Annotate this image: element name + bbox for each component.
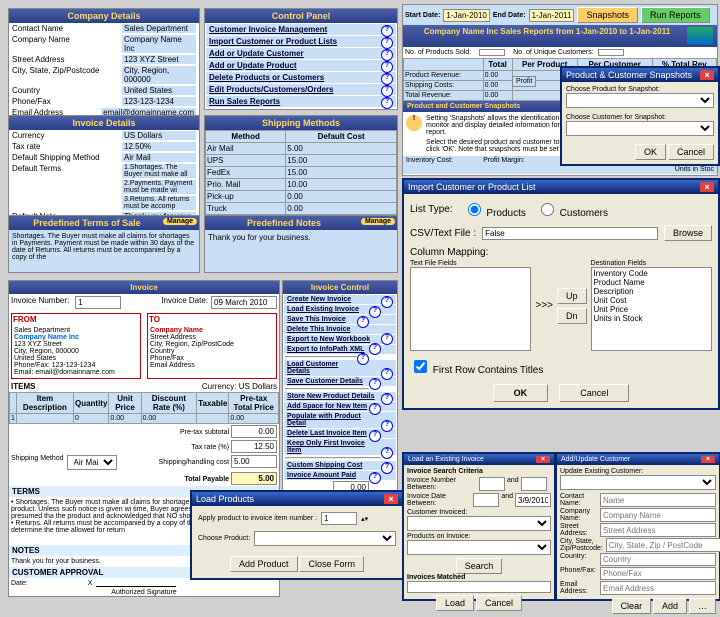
control-panel: Control Panel Customer Invoice Managemen…: [204, 8, 398, 110]
help-icon[interactable]: ?: [381, 61, 393, 73]
predef-notes-panel: Predefined NotesManage Thank you for you…: [204, 215, 398, 273]
control-link[interactable]: Add or Update Customer?: [206, 48, 396, 59]
add-customer-dialog: Add/Update Customer× Update Existing Cus…: [555, 452, 720, 601]
manage-button[interactable]: Manage: [361, 218, 395, 225]
dest-list[interactable]: Inventory CodeProduct NameDescriptionUni…: [591, 267, 712, 351]
help-icon[interactable]: ?: [369, 403, 381, 415]
inv-control-link[interactable]: Add Space for New Item?: [284, 402, 396, 411]
close-icon[interactable]: ×: [700, 182, 714, 192]
predef-terms-panel: Predefined Terms of SaleManage Shortages…: [8, 215, 200, 273]
help-icon[interactable]: ?: [369, 378, 381, 390]
cancel-button[interactable]: Cancel: [476, 595, 522, 611]
help-icon[interactable]: ?: [357, 353, 369, 365]
run-reports-button[interactable]: Run Reports: [641, 7, 710, 23]
close-icon[interactable]: ×: [384, 494, 398, 504]
inv-control-link[interactable]: Populate with Product Detail?: [284, 412, 396, 428]
logo-icon: [687, 27, 713, 45]
load-button[interactable]: Load: [436, 595, 474, 611]
help-icon[interactable]: ?: [357, 316, 369, 328]
control-link[interactable]: Edit Products/Customers/Orders?: [206, 84, 396, 95]
help-icon[interactable]: ?: [381, 368, 393, 380]
help-icon[interactable]: ?: [381, 393, 393, 405]
products-radio[interactable]: Products: [463, 200, 526, 219]
cust-snap-select[interactable]: [566, 121, 714, 136]
existing-cust-select[interactable]: [560, 475, 716, 490]
control-link[interactable]: Delete Products or Customers?: [206, 72, 396, 83]
help-icon[interactable]: ?: [381, 73, 393, 85]
cancel-button[interactable]: Cancel: [668, 144, 714, 160]
close-form-button[interactable]: Close Form: [299, 556, 364, 572]
cancel-button[interactable]: Cancel: [559, 384, 629, 402]
inv-control-link[interactable]: Store New Product Details?: [284, 392, 396, 401]
inv-control-link[interactable]: Keep Only First Invoice Item?: [284, 439, 396, 455]
close-icon[interactable]: ×: [536, 456, 550, 463]
first-row-checkbox[interactable]: First Row Contains Titles: [410, 357, 712, 376]
file-input[interactable]: [482, 227, 658, 240]
customers-radio[interactable]: Customers: [536, 200, 608, 219]
ok-button[interactable]: OK: [493, 384, 549, 402]
help-icon[interactable]: ?: [381, 447, 393, 459]
clear-button[interactable]: Clear: [612, 598, 652, 614]
search-button[interactable]: Search: [456, 558, 503, 574]
up-button[interactable]: Up: [557, 288, 587, 304]
ship-method-select[interactable]: Air Mail: [67, 455, 117, 470]
help-icon[interactable]: ?: [381, 37, 393, 49]
add-product-button[interactable]: Add Product: [230, 556, 298, 572]
control-link[interactable]: Customer Invoice Management?: [206, 24, 396, 35]
help-icon[interactable]: ?: [381, 85, 393, 97]
inv-control-link[interactable]: Delete Last Invoice Item?: [284, 429, 396, 438]
down-button[interactable]: Dn: [557, 308, 587, 324]
inv-control-link[interactable]: Export to New Workbook?: [284, 335, 396, 344]
company-details-panel: Company Details Contact NameSales Depart…: [8, 8, 200, 119]
load-products-dialog: Load Products× Apply product to invoice …: [190, 490, 404, 580]
source-list[interactable]: [410, 267, 531, 351]
help-icon[interactable]: ?: [369, 306, 381, 318]
help-icon[interactable]: ?: [381, 97, 393, 109]
snapshot-dialog: Product & Customer Snapshots× Choose Pro…: [560, 66, 720, 166]
import-dialog: Import Customer or Product List× List Ty…: [402, 178, 720, 410]
prod-snap-select[interactable]: [566, 93, 714, 108]
help-icon[interactable]: ?: [381, 49, 393, 61]
company-details-header: Company Details: [9, 9, 199, 23]
browse-button[interactable]: Browse: [664, 225, 712, 241]
help-icon[interactable]: ?: [369, 430, 381, 442]
inv-control-link[interactable]: Load Existing Invoice?: [284, 305, 396, 314]
inv-control-link[interactable]: Delete This Invoice?: [284, 325, 396, 334]
add-button[interactable]: Add: [653, 598, 687, 614]
val[interactable]: Sales Department: [122, 24, 196, 33]
inv-control-link[interactable]: Save Customer Details?: [284, 377, 396, 386]
inv-control-link[interactable]: Custom Shipping Cost?: [284, 461, 396, 470]
manage-button[interactable]: Manage: [163, 218, 197, 225]
product-select[interactable]: [254, 531, 396, 546]
control-link[interactable]: Run Sales Reports?: [206, 96, 396, 107]
help-icon[interactable]: ?: [381, 420, 393, 432]
help-icon[interactable]: ?: [381, 25, 393, 37]
help-icon[interactable]: ?: [369, 472, 381, 484]
spinner-icon[interactable]: ▴▾: [361, 515, 368, 523]
close-icon[interactable]: ×: [701, 456, 715, 463]
help-icon[interactable]: ?: [381, 296, 393, 308]
help-icon[interactable]: ?: [381, 333, 393, 345]
inv-control-link[interactable]: Load Customer Details?: [284, 360, 396, 376]
inv-control-link[interactable]: Create New Invoice?: [284, 295, 396, 304]
inv-control-link[interactable]: Invoice Amount Paid?: [284, 471, 396, 480]
help-icon[interactable]: ?: [369, 343, 381, 355]
inv-control-link[interactable]: Save This Invoice?: [284, 315, 396, 324]
lbl: Contact Name: [12, 24, 122, 33]
item-num-input[interactable]: [321, 512, 357, 525]
close-icon[interactable]: ×: [700, 70, 714, 80]
snapshots-button[interactable]: Snapshots: [577, 7, 638, 23]
info-icon: !: [406, 115, 422, 131]
load-invoice-dialog: Load an Existing Invoice× Invoice Search…: [402, 452, 556, 601]
shipping-panel: Shipping Methods MethodDefault Cost Air …: [204, 115, 398, 228]
help-icon[interactable]: ?: [381, 462, 393, 474]
ok-button[interactable]: OK: [635, 144, 666, 160]
control-link[interactable]: Import Customer or Product Lists?: [206, 36, 396, 47]
control-link[interactable]: Add or Update Product?: [206, 60, 396, 71]
